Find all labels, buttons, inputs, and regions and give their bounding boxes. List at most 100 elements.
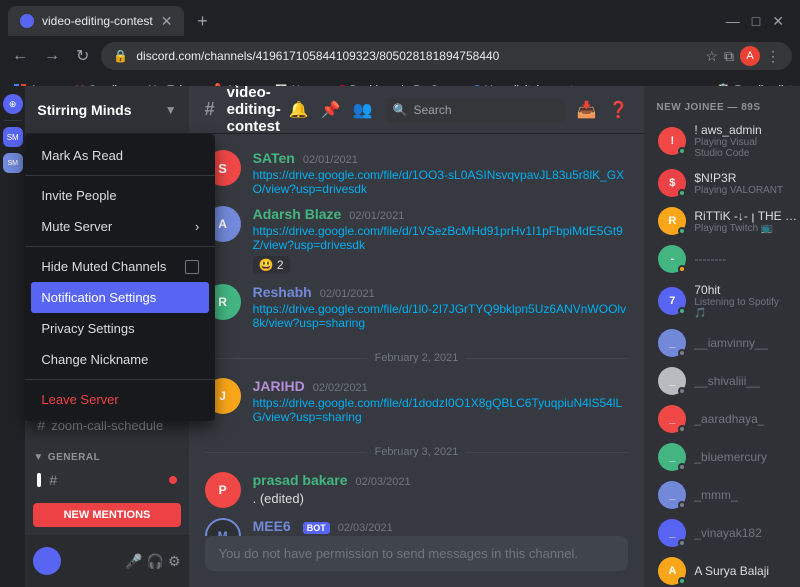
member-item-0[interactable]: ! ! aws_admin Playing Visual Studio Code xyxy=(652,119,792,163)
member-avatar-11: A xyxy=(658,557,686,585)
ctx-hide-muted[interactable]: Hide Muted Channels xyxy=(25,251,215,282)
search-icon: 🔍 xyxy=(393,103,408,117)
server-icon-2[interactable]: SM xyxy=(3,153,23,173)
member-item-10[interactable]: _ _vinayak182 xyxy=(652,515,792,551)
new-tab-button[interactable]: + xyxy=(188,7,216,35)
member-item-3[interactable]: - -------- xyxy=(652,241,792,277)
ctx-mute[interactable]: Mute Server › xyxy=(25,211,215,242)
member-item-8[interactable]: _ _bluemercury xyxy=(652,439,792,475)
channel-general-1[interactable]: # xyxy=(29,468,184,492)
member-item-9[interactable]: _ _mmm_ xyxy=(652,477,792,513)
help-icon[interactable]: ❓ xyxy=(608,100,628,120)
member-item-6[interactable]: _ __shivaliii__ xyxy=(652,363,792,399)
member-item-2[interactable]: R RiTTiK -↓- ꞁ THE KNiG... Playing Twitc… xyxy=(652,203,792,239)
message-group-2: A Adarsh Blaze 02/01/2021 https://drive.… xyxy=(205,206,629,274)
status-dot-3 xyxy=(678,265,686,273)
ctx-notification-settings[interactable]: Notification Settings xyxy=(31,282,209,313)
member-name-11: A Surya Balaji xyxy=(694,564,769,578)
refresh-button[interactable]: ↻ xyxy=(72,42,93,70)
active-tab[interactable]: video-editing-contest ✕ xyxy=(8,6,184,36)
chat-input-placeholder: You do not have permission to send messa… xyxy=(219,546,578,561)
server-list: ⊕ SM SM xyxy=(0,86,25,587)
member-item-4[interactable]: 7 70hit Listening to Spotify 🎵 xyxy=(652,279,792,323)
forward-button[interactable]: → xyxy=(40,43,64,69)
msg-time-1: 02/01/2021 xyxy=(303,154,358,166)
bell-icon[interactable]: 🔔 xyxy=(289,100,309,120)
tab-close-button[interactable]: ✕ xyxy=(161,13,173,30)
pin-icon[interactable]: 📌 xyxy=(321,100,341,120)
msg-content-5: prasad bakare 02/03/2021 . (edited) xyxy=(253,472,629,508)
server-icon-sm[interactable]: SM xyxy=(3,127,23,147)
member-item-5[interactable]: _ __iamvinny__ xyxy=(652,325,792,361)
member-name-2: RiTTiK -↓- ꞁ THE KNiG... xyxy=(694,209,800,223)
date-divider-1: February 2, 2021 xyxy=(205,352,629,364)
headset-icon[interactable]: 🎧 xyxy=(147,553,164,570)
separator xyxy=(4,120,22,121)
ctx-mark-read[interactable]: Mark As Read xyxy=(25,140,215,171)
members-list: NEW JOINEE — 89S ! ! aws_admin Playing V… xyxy=(644,86,800,587)
profile-icon[interactable]: A xyxy=(740,46,760,66)
msg-username-4: JARIHD xyxy=(253,378,305,394)
member-sub-4: Listening to Spotify 🎵 xyxy=(694,297,786,319)
active-indicator xyxy=(37,473,41,487)
msg-time-2: 02/01/2021 xyxy=(349,210,404,222)
msg-link-2[interactable]: https://drive.google.com/file/d/1VSezBcM… xyxy=(253,224,629,252)
msg-time-4: 02/02/2021 xyxy=(313,382,368,394)
ctx-mute-arrow: › xyxy=(195,219,199,234)
members-category: NEW JOINEE — 89S xyxy=(652,102,792,113)
member-name-8: _bluemercury xyxy=(694,450,767,464)
minimize-button[interactable]: — xyxy=(726,13,740,29)
context-menu: Mark As Read Invite People Mute Server ›… xyxy=(25,134,215,421)
mic-icon[interactable]: 🎤 xyxy=(125,553,142,570)
msg-time-5: 02/03/2021 xyxy=(356,476,411,488)
member-avatar-9: _ xyxy=(658,481,686,509)
inbox-icon[interactable]: 📥 xyxy=(577,100,597,120)
settings-icon[interactable]: ⚙ xyxy=(168,553,181,570)
member-sub-2: Playing Twitch 📺 xyxy=(694,223,800,234)
search-box[interactable]: 🔍 Search xyxy=(385,98,565,122)
status-dot-1 xyxy=(678,189,686,197)
message-group-4: J JARIHD 02/02/2021 https://drive.google… xyxy=(205,378,629,424)
extensions-icon[interactable]: ⧉ xyxy=(724,48,734,65)
status-dot-9 xyxy=(678,501,686,509)
ctx-privacy[interactable]: Privacy Settings xyxy=(25,313,215,344)
msg-text-5: . (edited) xyxy=(253,490,629,508)
star-icon[interactable]: ☆ xyxy=(705,48,718,65)
status-dot-8 xyxy=(678,463,686,471)
channel-hash-large: # xyxy=(205,99,215,120)
msg-link-4[interactable]: https://drive.google.com/file/d/1dodzI0O… xyxy=(253,396,629,424)
member-avatar-7: _ xyxy=(658,405,686,433)
ctx-hide-muted-checkbox[interactable] xyxy=(185,260,199,274)
status-dot-5 xyxy=(678,349,686,357)
member-item-1[interactable]: $ $N!P3R Playing VALORANT xyxy=(652,165,792,201)
menu-icon[interactable]: ⋮ xyxy=(766,48,780,65)
member-item-11[interactable]: A A Surya Balaji xyxy=(652,553,792,587)
search-placeholder: Search xyxy=(413,103,451,117)
ctx-invite[interactable]: Invite People xyxy=(25,180,215,211)
channel-sidebar: Stirring Minds ▼ Mark As Read Invite Peo… xyxy=(25,86,188,587)
channel-name-4 xyxy=(63,473,99,488)
ctx-leave-server[interactable]: Leave Server xyxy=(25,384,215,415)
msg-header-1: SATen 02/01/2021 xyxy=(253,150,629,166)
back-button[interactable]: ← xyxy=(8,43,32,69)
address-bar[interactable]: 🔒 discord.com/channels/41961710584410932… xyxy=(101,42,792,70)
msg-link-3[interactable]: https://drive.google.com/file/d/1l0-2I7J… xyxy=(253,302,629,330)
msg-link-1[interactable]: https://drive.google.com/file/d/1OO3-sL0… xyxy=(253,168,629,196)
member-item-7[interactable]: _ _aaradhaya_ xyxy=(652,401,792,437)
new-mentions-button[interactable]: NEW MENTIONS xyxy=(33,503,180,527)
server-header[interactable]: Stirring Minds ▼ xyxy=(25,86,188,134)
msg-reaction-2[interactable]: 😃 2 xyxy=(253,256,290,274)
chat-channel-name: video-editing-contest xyxy=(227,84,281,135)
msg-username-3: Reshabh xyxy=(253,284,312,300)
channel-general-2[interactable]: # xyxy=(29,493,184,495)
message-group-6: M MEE6 BOT 02/03/2021 GG @prasad bakare … xyxy=(205,518,629,536)
msg-time-6: 02/03/2021 xyxy=(338,522,393,534)
members-toggle-icon[interactable]: 👥 xyxy=(353,100,373,120)
close-window-button[interactable]: ✕ xyxy=(772,13,784,30)
member-name-7: _aaradhaya_ xyxy=(694,412,764,426)
ctx-change-nickname[interactable]: Change Nickname xyxy=(25,344,215,375)
discord-home-icon[interactable]: ⊕ xyxy=(3,94,23,114)
status-dot-4 xyxy=(678,307,686,315)
general-category[interactable]: ▼ GENERAL xyxy=(25,438,188,467)
maximize-button[interactable]: □ xyxy=(752,13,760,29)
